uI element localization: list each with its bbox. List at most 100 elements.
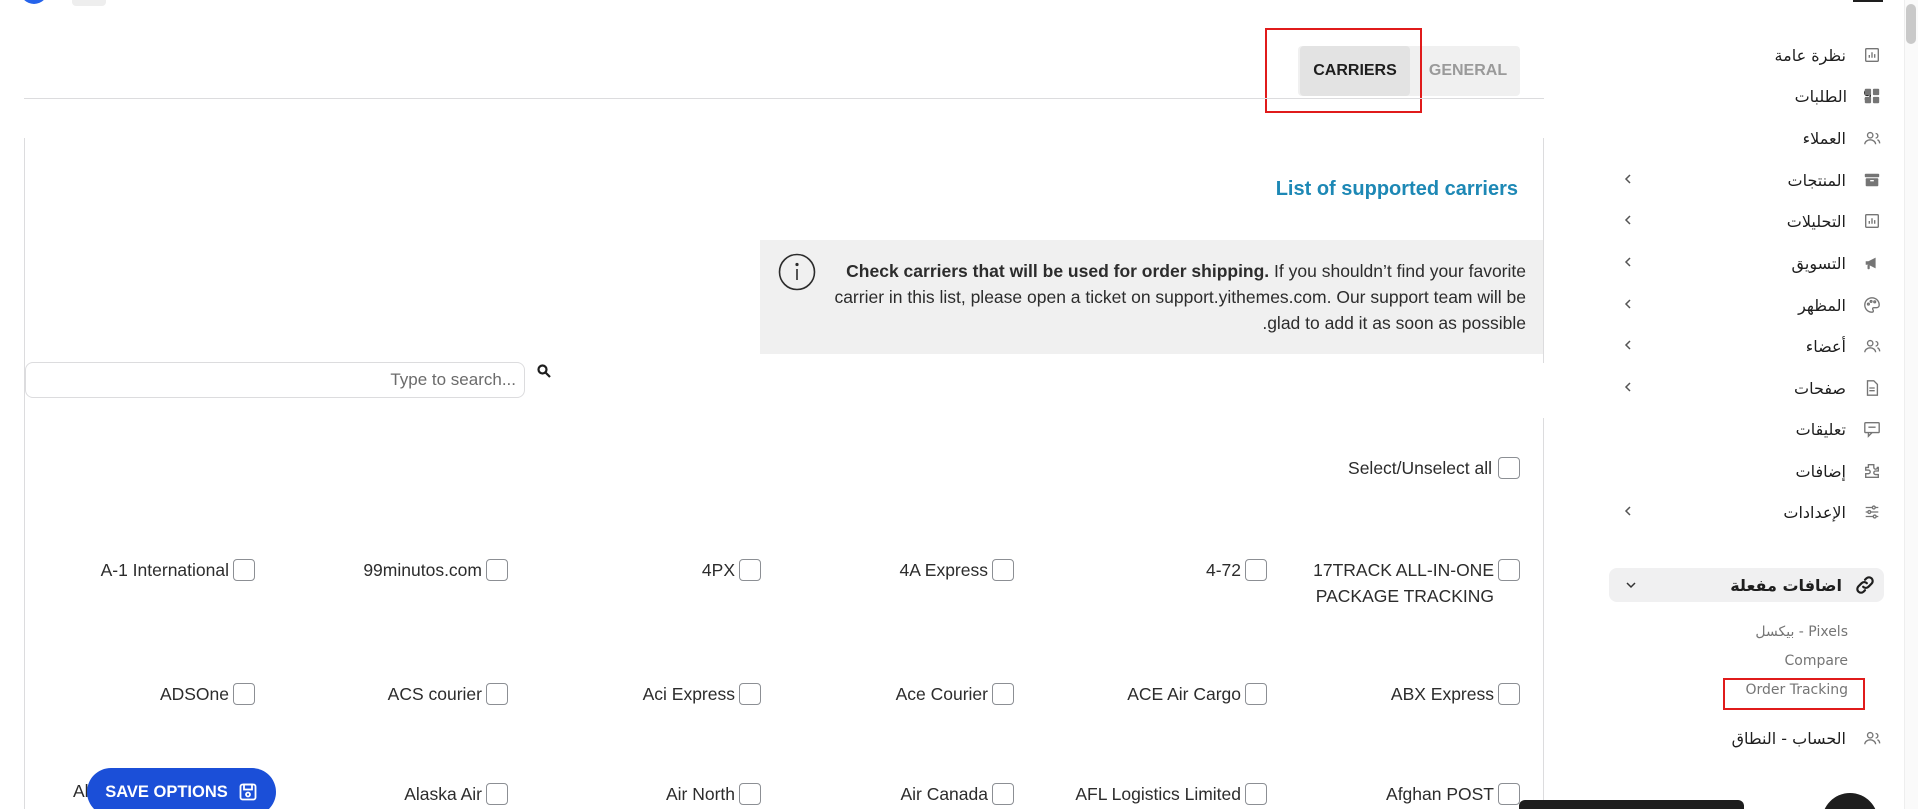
chart-bar-icon: [1862, 45, 1882, 65]
carrier-item[interactable]: Aci Express: [511, 681, 761, 707]
carrier-checkbox[interactable]: [1498, 683, 1520, 705]
carrier-checkbox[interactable]: [1245, 683, 1267, 705]
palette-icon: [1862, 295, 1882, 315]
carrier-item[interactable]: 4-72: [1017, 557, 1267, 583]
carrier-label: ACE Air Cargo: [1127, 684, 1241, 704]
select-all-toggle[interactable]: Select/Unselect all: [1250, 456, 1520, 480]
carriers-tab-highlight: [1265, 28, 1422, 113]
sidebar-item-orders[interactable]: الطلبات 9: [1600, 81, 1890, 111]
carrier-item[interactable]: Air North: [511, 781, 761, 807]
chat-launcher-fragment[interactable]: [1822, 793, 1878, 809]
sidebar-item-label: إضافات: [1795, 461, 1847, 481]
sidebar-group-active-plugins[interactable]: اضافات مفعلة: [1609, 568, 1884, 602]
archive-icon: [1862, 170, 1882, 190]
carrier-checkbox[interactable]: [486, 559, 508, 581]
tab-general[interactable]: GENERAL: [1418, 46, 1518, 96]
info-icon: [778, 253, 816, 291]
sidebar-item-label: العملاء: [1802, 128, 1846, 148]
carrier-item[interactable]: Ace Courier: [764, 681, 1014, 707]
carrier-item[interactable]: 17TRACK ALL-IN-ONE PACKAGE TRACKING: [1270, 557, 1520, 609]
top-button-fragment: [72, 0, 106, 6]
sidebar-item-comments[interactable]: تعليقات: [1600, 414, 1890, 444]
sidebar-subitem-pixels[interactable]: بيكسل - Pixels: [1755, 624, 1848, 640]
carrier-item[interactable]: ACS courier: [258, 681, 508, 707]
carrier-checkbox[interactable]: [992, 683, 1014, 705]
sidebar-item-overview[interactable]: نظرة عامة: [1600, 40, 1890, 70]
select-all-label: Select/Unselect all: [1348, 457, 1492, 478]
sidebar-item-label: التحليلات: [1786, 211, 1846, 231]
scrollbar-track[interactable]: [1904, 0, 1918, 809]
carrier-item[interactable]: ADSOne: [5, 681, 255, 707]
sidebar-subitem-compare[interactable]: Compare: [1784, 653, 1848, 669]
sidebar-item-label: نظرة عامة: [1774, 45, 1846, 65]
search-icon[interactable]: [536, 363, 552, 379]
sidebar-item-plugins[interactable]: إضافات: [1600, 456, 1890, 486]
sidebar-item-appearance[interactable]: المظهر: [1600, 290, 1890, 320]
carrier-label: Air Canada: [900, 784, 988, 804]
scrollbar-thumb[interactable]: [1906, 4, 1916, 44]
carrier-label: 4A Express: [899, 560, 988, 580]
carrier-item[interactable]: Air Canada: [764, 781, 1014, 807]
carrier-checkbox[interactable]: [1245, 783, 1267, 805]
carrier-checkbox[interactable]: [233, 559, 255, 581]
notice-text: Check carriers that will be used for ord…: [830, 258, 1526, 336]
carrier-item[interactable]: A-1 International: [5, 557, 255, 583]
carrier-label: ABX Express: [1390, 684, 1494, 704]
megaphone-icon: [1862, 253, 1882, 273]
sidebar-item-account[interactable]: الحساب - النطاق: [1600, 723, 1890, 753]
users-icon: [1862, 128, 1882, 148]
chevron-left-icon: [1620, 212, 1636, 228]
sidebar-item-label: صفحات: [1794, 378, 1846, 398]
carrier-search-input[interactable]: [25, 362, 525, 398]
sidebar-item-pages[interactable]: صفحات: [1600, 373, 1890, 403]
carrier-checkbox[interactable]: [739, 783, 761, 805]
carrier-checkbox[interactable]: [992, 559, 1014, 581]
carrier-item[interactable]: Afghan POST: [1270, 781, 1520, 807]
save-options-button[interactable]: SAVE OPTIONS: [87, 768, 276, 809]
chevron-left-icon: [1620, 171, 1636, 187]
people-icon: [1862, 336, 1882, 356]
carrier-checkbox[interactable]: [1498, 783, 1520, 805]
carrier-checkbox[interactable]: [1245, 559, 1267, 581]
sidebar-item-label: المظهر: [1798, 295, 1846, 315]
carrier-item[interactable]: 99minutos.com: [258, 557, 508, 583]
carrier-checkbox[interactable]: [233, 683, 255, 705]
carrier-checkbox[interactable]: [486, 783, 508, 805]
sidebar-item-customers[interactable]: العملاء: [1600, 123, 1890, 153]
comment-icon: [1862, 419, 1882, 439]
bottom-toolbar-fragment: [1519, 800, 1744, 809]
sidebar-item-marketing[interactable]: التسويق: [1600, 248, 1890, 278]
sidebar-item-products[interactable]: المنتجات: [1600, 165, 1890, 195]
carrier-item[interactable]: 4PX: [511, 557, 761, 583]
carrier-item[interactable]: Alaska Air: [258, 781, 508, 807]
sidebar-item-label: الإعدادات: [1783, 502, 1846, 522]
carrier-item[interactable]: ABX Express: [1270, 681, 1520, 707]
carrier-label: Air North: [665, 784, 735, 804]
tabs-divider: [24, 98, 1544, 99]
carrier-label: A-1 International: [100, 560, 229, 580]
sidebar-item-label: المنتجات: [1787, 170, 1847, 190]
sidebar-item-members[interactable]: أعضاء: [1600, 331, 1890, 361]
page-icon: [1862, 378, 1882, 398]
chevron-down-icon: [1623, 577, 1639, 593]
select-all-checkbox[interactable]: [1498, 457, 1520, 479]
carrier-label: Alaska Air: [404, 784, 482, 804]
carrier-checkbox[interactable]: [486, 683, 508, 705]
carrier-label: Ace Courier: [895, 684, 988, 704]
carrier-label: Afghan POST: [1386, 784, 1494, 804]
carrier-checkbox[interactable]: [739, 559, 761, 581]
carrier-label: ADSOne: [159, 684, 229, 704]
carrier-item[interactable]: ACE Air Cargo: [1017, 681, 1267, 707]
panel-border: [24, 138, 25, 809]
chart-bar-icon: [1862, 211, 1882, 231]
carrier-item[interactable]: AFL Logistics Limited: [1017, 781, 1267, 807]
sidebar-item-label: أعضاء: [1805, 336, 1846, 356]
carrier-item[interactable]: 4A Express: [764, 557, 1014, 583]
sidebar-item-analytics[interactable]: التحليلات: [1600, 206, 1890, 236]
sidebar-item-settings[interactable]: الإعدادات: [1600, 497, 1890, 527]
carrier-checkbox[interactable]: [1498, 559, 1520, 581]
carrier-checkbox[interactable]: [739, 683, 761, 705]
notice-bold-text: Check carriers that will be used for ord…: [846, 261, 1270, 281]
settings-sliders-icon: [1862, 502, 1882, 522]
carrier-checkbox[interactable]: [992, 783, 1014, 805]
